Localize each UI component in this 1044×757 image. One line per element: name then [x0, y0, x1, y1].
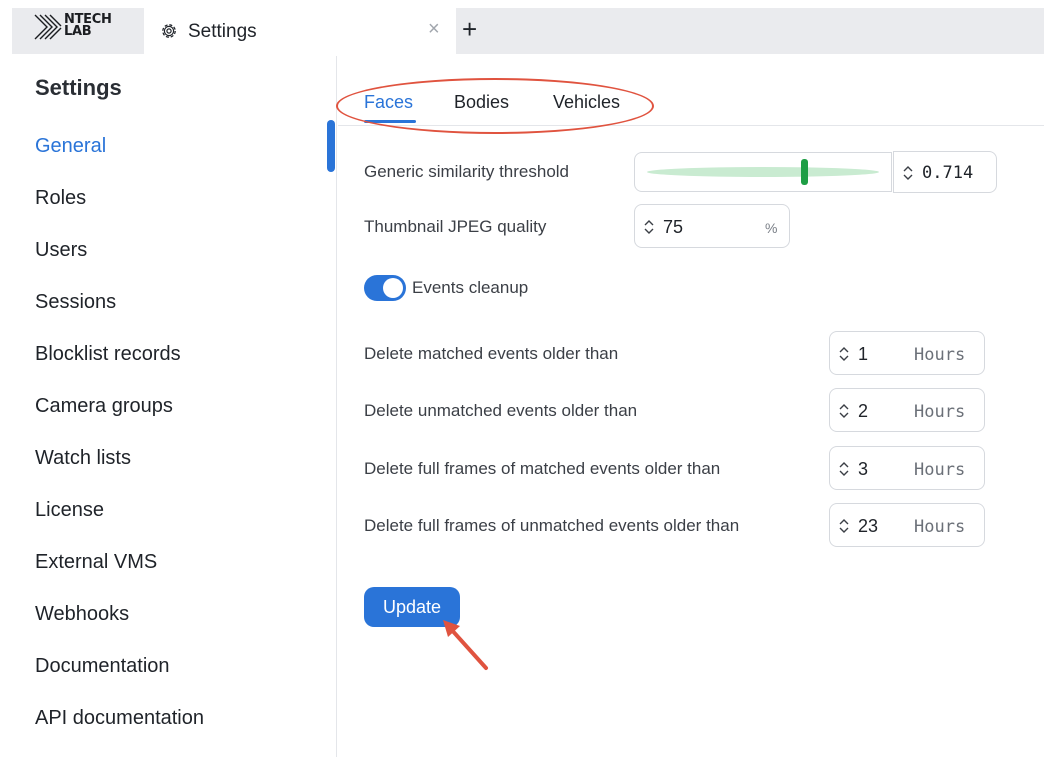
stepper-icon[interactable]: [838, 402, 850, 420]
jpeg-quality-value: 75: [663, 217, 684, 237]
delete-unmatched-label: Delete unmatched events older than: [364, 401, 638, 420]
sidebar-item-license[interactable]: License: [35, 499, 104, 522]
tab-bodies[interactable]: Bodies: [454, 92, 509, 113]
delete-frames-unmatched-input[interactable]: 23 Hours: [829, 503, 985, 547]
delete-matched-label: Delete matched events older than: [364, 344, 619, 363]
active-tab-underline: [364, 120, 416, 123]
logo-mark-icon: [34, 14, 62, 40]
delete-frames-unmatched-value: 23: [858, 516, 879, 536]
sidebar-item-users[interactable]: Users: [35, 239, 87, 262]
app-logo[interactable]: NTECH LAB: [12, 8, 144, 54]
jpeg-quality-input[interactable]: 75 %: [634, 204, 790, 248]
logo-text: NTECH LAB: [64, 13, 112, 39]
similarity-threshold-label: Generic similarity threshold: [364, 162, 570, 181]
tab-faces[interactable]: Faces: [364, 92, 413, 113]
main-panel: Faces Bodies Vehicles Generic similarity…: [336, 56, 1044, 757]
percent-unit: %: [765, 220, 778, 236]
delete-frames-matched-value: 3: [858, 459, 869, 479]
hours-unit: Hours: [914, 460, 966, 480]
stepper-icon[interactable]: [643, 218, 655, 236]
sidebar-item-webhooks[interactable]: Webhooks: [35, 603, 129, 626]
delete-unmatched-input[interactable]: 2 Hours: [829, 388, 985, 432]
hours-unit: Hours: [914, 517, 966, 537]
stepper-icon[interactable]: [838, 345, 850, 363]
slider-thumb[interactable]: [801, 159, 808, 185]
delete-frames-unmatched-label: Delete full frames of unmatched events o…: [364, 516, 740, 535]
toggle-knob: [383, 278, 403, 298]
stepper-icon[interactable]: [902, 164, 914, 182]
sidebar-item-external-vms[interactable]: External VMS: [35, 551, 157, 574]
similarity-slider[interactable]: [634, 152, 892, 192]
settings-window-tab[interactable]: Settings ×: [144, 8, 456, 54]
events-cleanup-toggle[interactable]: [364, 275, 406, 301]
sidebar-item-sessions[interactable]: Sessions: [35, 291, 116, 314]
sidebar-item-camera-groups[interactable]: Camera groups: [35, 395, 173, 418]
update-button[interactable]: Update: [364, 587, 460, 627]
sidebar-item-api-documentation[interactable]: API documentation: [35, 707, 204, 730]
sidebar-active-indicator: [327, 120, 335, 172]
hours-unit: Hours: [914, 345, 966, 365]
hours-unit: Hours: [914, 402, 966, 422]
close-tab-icon[interactable]: ×: [428, 18, 440, 40]
similarity-value: 0.714: [922, 163, 974, 183]
slider-track: [647, 167, 879, 177]
sidebar-item-documentation[interactable]: Documentation: [35, 655, 170, 678]
tab-strip-empty: +: [456, 8, 1044, 54]
sidebar-item-general[interactable]: General: [35, 135, 106, 158]
delete-unmatched-value: 2: [858, 401, 869, 421]
settings-sidebar: Settings General Roles Users Sessions Bl…: [0, 56, 337, 757]
object-type-tabs: Faces Bodies Vehicles: [336, 56, 1044, 134]
sidebar-item-blocklist-records[interactable]: Blocklist records: [35, 343, 181, 366]
add-tab-icon[interactable]: +: [462, 14, 477, 44]
delete-frames-matched-label: Delete full frames of matched events old…: [364, 459, 721, 478]
tab-bar: NTECH LAB Settings × +: [0, 0, 1044, 56]
stepper-icon[interactable]: [838, 460, 850, 478]
logo-line-2: LAB: [64, 24, 92, 39]
jpeg-quality-label: Thumbnail JPEG quality: [364, 217, 547, 236]
similarity-value-input[interactable]: 0.714: [893, 151, 997, 193]
delete-matched-value: 1: [858, 344, 869, 364]
events-cleanup-label: Events cleanup: [412, 278, 529, 297]
stepper-icon[interactable]: [838, 517, 850, 535]
gear-icon: [162, 24, 176, 38]
delete-frames-matched-input[interactable]: 3 Hours: [829, 446, 985, 490]
tab-vehicles[interactable]: Vehicles: [553, 92, 620, 113]
sidebar-item-watch-lists[interactable]: Watch lists: [35, 447, 131, 470]
sidebar-item-roles[interactable]: Roles: [35, 187, 86, 210]
delete-matched-input[interactable]: 1 Hours: [829, 331, 985, 375]
window-tab-label: Settings: [188, 21, 257, 42]
sidebar-title: Settings: [35, 75, 122, 100]
